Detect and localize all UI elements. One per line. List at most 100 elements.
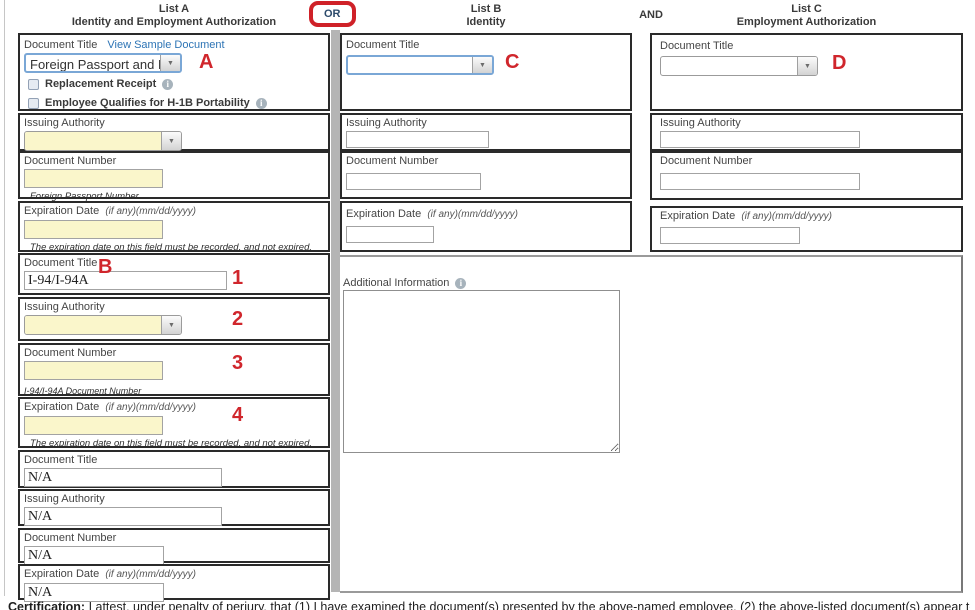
list-a-document-number-box: Document Number Foreign Passport Number [18, 151, 330, 199]
list-a-doc3-issuing-authority-input[interactable] [24, 507, 222, 526]
list-a-issuing-authority-label: Issuing Authority [24, 117, 322, 129]
list-b-expiration-date-box: Expiration Date (if any)(mm/dd/yyyy) [340, 201, 632, 252]
column-divider [331, 30, 340, 592]
list-a-doc2-document-number-box: Document Number 3 I-94/I-94A Document Nu… [18, 343, 330, 396]
list-b-header: List B Identity [340, 3, 632, 29]
list-c-issuing-authority-label: Issuing Authority [660, 117, 955, 129]
list-a-document-title-box: Document Title View Sample Document Fore… [18, 33, 330, 111]
list-b-document-title-select-value [348, 57, 472, 73]
list-a-expiration-date-hint: The expiration date on this field must b… [30, 242, 322, 253]
list-a-doc2-title-label: Document Title [24, 257, 322, 269]
list-b-document-title-label: Document Title [346, 39, 624, 51]
list-a-doc2-document-number-input[interactable] [24, 361, 163, 380]
list-b-title: List B [340, 3, 632, 16]
annotation-4: 4 [232, 405, 243, 425]
list-a-doc3-title-box: Document Title [18, 450, 330, 488]
list-a-document-number-label: Document Number [24, 155, 322, 167]
additional-information-panel: Additional Information i [340, 255, 963, 593]
list-c-document-title-select-value [661, 57, 797, 75]
list-a-issuing-authority-box: Issuing Authority ▼ [18, 113, 330, 151]
list-b-issuing-authority-label: Issuing Authority [346, 117, 624, 129]
list-c-document-number-input[interactable] [660, 173, 860, 190]
list-b-issuing-authority-input[interactable] [346, 131, 489, 148]
list-a-issuing-authority-select[interactable]: ▼ [24, 131, 182, 151]
list-b-subtitle: Identity [340, 16, 632, 29]
or-badge: OR [309, 1, 356, 27]
list-c-issuing-authority-input[interactable] [660, 131, 860, 148]
list-a-doc2-issuing-authority-label: Issuing Authority [24, 301, 322, 313]
list-b-document-number-box: Document Number [340, 151, 632, 199]
list-c-title: List C [650, 3, 963, 16]
list-a-expiration-date-input[interactable] [24, 220, 163, 239]
annotation-c: C [505, 52, 519, 72]
additional-information-textarea[interactable] [343, 290, 620, 453]
annotation-a: A [199, 52, 213, 72]
additional-information-info-icon[interactable]: i [455, 278, 466, 289]
list-a-doc3-title-input[interactable] [24, 468, 222, 487]
h1b-portability-label: Employee Qualifies for H-1B Portability [45, 97, 250, 109]
list-a-doc2-title-input[interactable] [24, 271, 227, 290]
annotation-d: D [832, 53, 846, 73]
list-a-doc3-expiration-date-format: (if any)(mm/dd/yyyy) [105, 569, 196, 580]
list-b-expiration-date-format: (if any)(mm/dd/yyyy) [427, 209, 518, 220]
list-a-doc2-document-number-hint: I-94/I-94A Document Number [24, 386, 322, 396]
page-left-border [4, 0, 5, 596]
annotation-b: B [98, 257, 112, 277]
list-a-doc3-document-number-label: Document Number [24, 532, 322, 544]
list-a-doc2-issuing-authority-box: Issuing Authority ▼ 2 [18, 297, 330, 341]
document-verification-page: List A Identity and Employment Authoriza… [0, 0, 975, 610]
list-c-expiration-date-box: Expiration Date (if any)(mm/dd/yyyy) [650, 206, 963, 252]
replacement-receipt-label: Replacement Receipt [45, 78, 156, 90]
list-b-expiration-date-input[interactable] [346, 226, 434, 243]
dropdown-arrow-icon[interactable]: ▼ [161, 132, 181, 150]
list-a-doc2-issuing-authority-select[interactable]: ▼ [24, 315, 182, 335]
dropdown-arrow-icon[interactable]: ▼ [160, 55, 180, 71]
list-c-expiration-date-input[interactable] [660, 227, 800, 244]
list-a-header: List A Identity and Employment Authoriza… [18, 3, 330, 29]
list-b-expiration-date-label: Expiration Date (if any)(mm/dd/yyyy) [346, 208, 624, 221]
or-label: OR [324, 8, 341, 20]
list-a-document-title-select-value: Foreign Passport and I-... [26, 55, 160, 71]
list-a-expiration-date-format: (if any)(mm/dd/yyyy) [105, 206, 196, 217]
list-b-document-title-box: Document Title ▼ C [340, 33, 632, 111]
list-a-document-title-label: Document Title [24, 39, 97, 51]
list-c-document-title-select[interactable]: ▼ [660, 56, 818, 76]
list-c-document-title-box: Document Title ▼ D [650, 33, 963, 111]
list-a-subtitle: Identity and Employment Authorization [18, 16, 330, 29]
list-a-doc3-title-label: Document Title [24, 454, 322, 466]
annotation-1: 1 [232, 268, 243, 288]
additional-information-label: Additional Information [343, 277, 449, 289]
list-b-document-number-input[interactable] [346, 173, 481, 190]
dropdown-arrow-icon[interactable]: ▼ [472, 57, 492, 73]
list-c-document-title-label: Document Title [660, 40, 955, 52]
list-c-document-number-box: Document Number [650, 151, 963, 200]
list-a-doc2-document-number-label: Document Number [24, 347, 322, 359]
h1b-portability-checkbox[interactable] [28, 98, 39, 109]
list-b-document-title-select[interactable]: ▼ [346, 55, 494, 75]
annotation-2: 2 [232, 309, 243, 329]
list-a-document-title-select[interactable]: Foreign Passport and I-... ▼ [24, 53, 182, 73]
view-sample-document-link[interactable]: View Sample Document [107, 39, 224, 51]
list-b-issuing-authority-box: Issuing Authority [340, 113, 632, 151]
replacement-receipt-info-icon[interactable]: i [162, 79, 173, 90]
list-c-expiration-date-label: Expiration Date (if any)(mm/dd/yyyy) [660, 210, 955, 223]
dropdown-arrow-icon[interactable]: ▼ [797, 57, 817, 75]
list-c-expiration-date-format: (if any)(mm/dd/yyyy) [741, 211, 832, 222]
certification-prefix: Certification: [8, 600, 85, 610]
annotation-3: 3 [232, 353, 243, 373]
list-a-doc3-expiration-date-box: Expiration Date (if any)(mm/dd/yyyy) [18, 564, 330, 600]
list-c-document-number-label: Document Number [660, 155, 955, 167]
list-a-doc2-expiration-date-format: (if any)(mm/dd/yyyy) [105, 402, 196, 413]
certification-text: Certification: I attest, under penalty o… [8, 600, 970, 610]
list-a-doc2-issuing-authority-select-value [25, 316, 161, 334]
dropdown-arrow-icon[interactable]: ▼ [161, 316, 181, 334]
list-c-subtitle: Employment Authorization [650, 16, 963, 29]
list-a-doc3-document-number-input[interactable] [24, 546, 164, 565]
list-a-expiration-date-label: Expiration Date (if any)(mm/dd/yyyy) [24, 205, 322, 218]
list-a-doc2-expiration-date-box: Expiration Date (if any)(mm/dd/yyyy) 4 T… [18, 397, 330, 448]
list-a-document-number-input[interactable] [24, 169, 163, 188]
list-a-expiration-date-box: Expiration Date (if any)(mm/dd/yyyy) The… [18, 201, 330, 252]
replacement-receipt-checkbox[interactable] [28, 79, 39, 90]
h1b-portability-info-icon[interactable]: i [256, 98, 267, 109]
list-a-doc2-expiration-date-input[interactable] [24, 416, 163, 435]
